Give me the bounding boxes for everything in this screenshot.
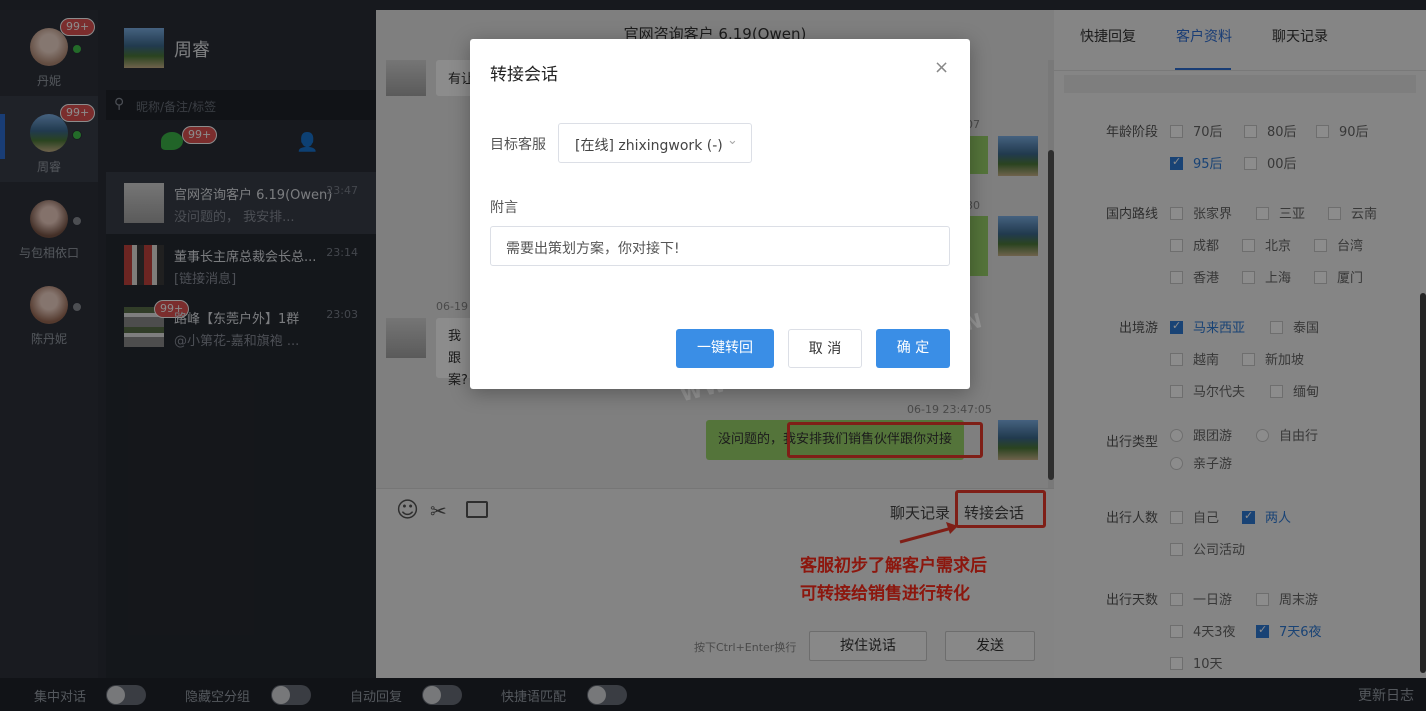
target-agent-label: 目标客服 — [490, 137, 546, 153]
target-agent-select[interactable]: [在线] zhixingwork (-) ⌄ — [558, 123, 752, 163]
target-agent-value: [在线] zhixingwork (-) — [575, 138, 723, 154]
cancel-button[interactable]: 取 消 — [788, 329, 862, 368]
confirm-button[interactable]: 确 定 — [876, 329, 950, 368]
close-icon[interactable]: × — [934, 57, 949, 78]
transfer-back-button[interactable]: 一键转回 — [676, 329, 774, 368]
note-label: 附言 — [490, 200, 518, 216]
note-input[interactable]: 需要出策划方案，你对接下! — [490, 226, 950, 266]
dialog-title: 转接会话 — [490, 65, 558, 85]
transfer-session-dialog: 转接会话 × 目标客服 [在线] zhixingwork (-) ⌄ 附言 需要… — [470, 39, 970, 389]
note-value: 需要出策划方案，你对接下! — [506, 241, 680, 257]
chevron-down-icon: ⌄ — [727, 133, 738, 148]
